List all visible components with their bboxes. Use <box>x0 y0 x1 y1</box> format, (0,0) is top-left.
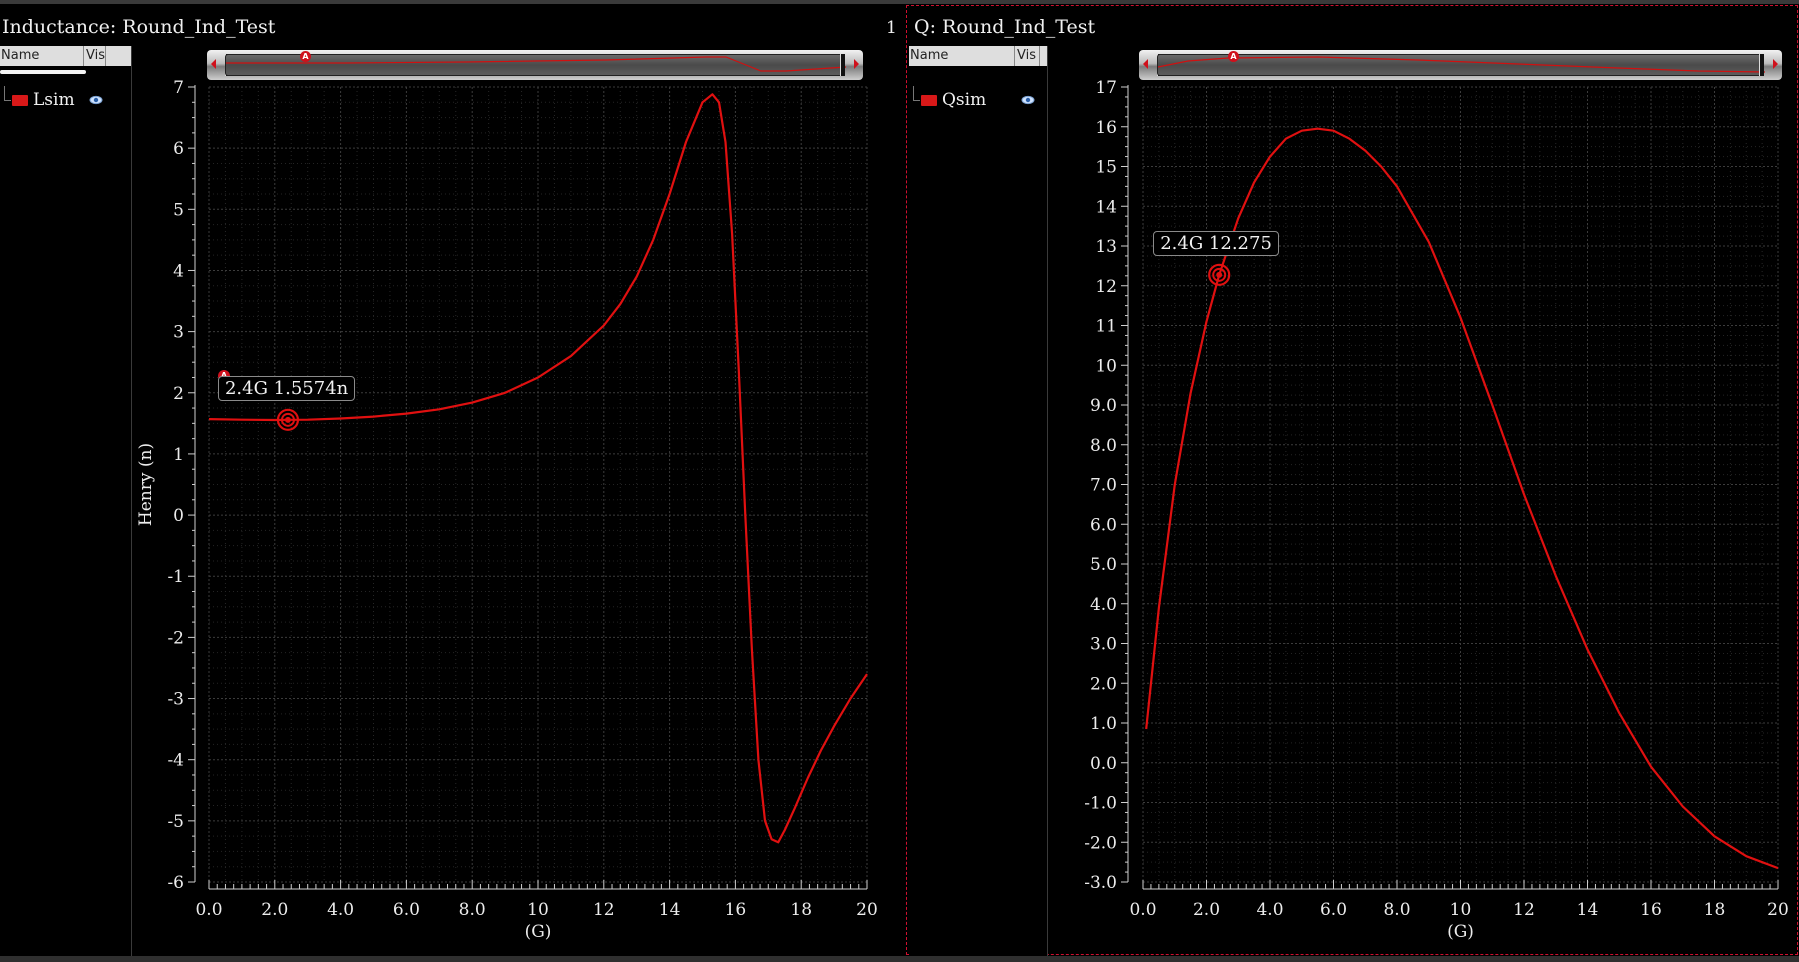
y-tick-label: 7.0 <box>1090 476 1117 496</box>
x-tick-label: 4.0 <box>327 900 354 920</box>
x-tick-label: 14 <box>1577 900 1599 920</box>
q-panel[interactable]: Q: Round_Ind_Test Name Vis Qsim A 17 16 … <box>905 4 1799 956</box>
x-tick-label: 12 <box>1513 900 1535 920</box>
marker-a-label[interactable]: 2.4G 12.275 <box>1153 230 1279 256</box>
y-tick-label: 0 <box>173 506 184 526</box>
x-tick-label: 20 <box>1767 900 1789 920</box>
marker-a-label[interactable]: 2.4G 1.5574n <box>217 375 356 401</box>
x-axis-label: (G) <box>525 922 552 942</box>
x-tick-label: 0.0 <box>1129 900 1156 920</box>
x-tick-label: 12 <box>593 900 615 920</box>
grid <box>1142 86 1779 883</box>
y-tick-label: 13 <box>1095 237 1117 257</box>
x-tick-label: 4.0 <box>1256 900 1283 920</box>
y-tick-label: 0.0 <box>1090 754 1117 774</box>
y-tick-label: 2.0 <box>1090 674 1117 694</box>
y-tick-label: 15 <box>1095 158 1117 178</box>
y-tick-label: 17 <box>1095 78 1117 98</box>
y-tick-label: -4 <box>167 751 184 771</box>
x-tick-label: 16 <box>725 900 747 920</box>
y-tick-label: 6.0 <box>1090 515 1117 535</box>
y-tick-label: 2 <box>173 384 184 404</box>
y-tick-label: 12 <box>1095 277 1117 297</box>
y-tick-label: 1 <box>173 445 184 465</box>
y-axis-label: Henry (n) <box>136 443 156 526</box>
x-tick-label: 2.0 <box>261 900 288 920</box>
y-tick-label: 9.0 <box>1090 396 1117 416</box>
y-tick-label: -6 <box>167 873 184 893</box>
x-tick-label: 8.0 <box>1383 900 1410 920</box>
marker-a-point[interactable] <box>1208 263 1231 286</box>
x-tick-label: 6.0 <box>1320 900 1347 920</box>
y-tick-label: -5 <box>167 812 184 832</box>
x-tick-label: 10 <box>1450 900 1472 920</box>
x-tick-label: 14 <box>659 900 681 920</box>
y-tick-label: 16 <box>1095 118 1117 138</box>
y-tick-label: -3 <box>167 690 184 710</box>
x-tick-label: 8.0 <box>459 900 486 920</box>
x-tick-label: 0.0 <box>195 900 222 920</box>
inductance-plot[interactable]: 76543210-1-2-3-4-5-6Henry (n)0.0 2.0 4.0 6.… <box>0 4 904 956</box>
y-tick-label: 8.0 <box>1090 436 1117 456</box>
q-plot[interactable]: 17 16 15 14 13 12 11 10 9.0 8.0 7.0 6.0 5.0 4.0 3.0 2.0… <box>905 4 1799 956</box>
y-tick-label: 6 <box>173 139 184 159</box>
y-tick-label: 14 <box>1095 197 1117 217</box>
y-tick-label: 1.0 <box>1090 714 1117 734</box>
y-tick-label: -1 <box>167 567 184 587</box>
x-tick-label: 10 <box>527 900 549 920</box>
marker-a-point[interactable] <box>276 408 300 431</box>
x-tick-label: 6.0 <box>393 900 420 920</box>
inductance-panel[interactable]: Inductance: Round_Ind_Test 1 Name Vis Ls… <box>0 4 904 956</box>
x-tick-label: 18 <box>790 900 812 920</box>
y-tick-label: 5.0 <box>1090 555 1117 575</box>
y-tick-label: 5 <box>173 200 184 220</box>
y-tick-label: -2.0 <box>1084 833 1117 853</box>
y-tick-label: 3 <box>173 323 184 343</box>
x-tick-label: 18 <box>1704 900 1726 920</box>
x-tick-label: 20 <box>856 900 878 920</box>
y-tick-label: -2 <box>167 628 184 648</box>
y-tick-label: -1.0 <box>1084 794 1117 814</box>
x-tick-label: 2.0 <box>1193 900 1220 920</box>
y-tick-label: 10 <box>1095 356 1117 376</box>
y-tick-label: 4 <box>173 261 184 281</box>
y-tick-label: 3.0 <box>1090 635 1117 655</box>
y-tick-label: 11 <box>1095 317 1117 337</box>
y-tick-label: -3.0 <box>1084 873 1117 893</box>
grid <box>208 86 868 883</box>
y-tick-label: 4.0 <box>1090 595 1117 615</box>
bottom-border <box>0 956 1799 962</box>
y-tick-label: 7 <box>173 78 184 98</box>
x-axis-label: (G) <box>1447 922 1474 942</box>
x-tick-label: 16 <box>1640 900 1662 920</box>
